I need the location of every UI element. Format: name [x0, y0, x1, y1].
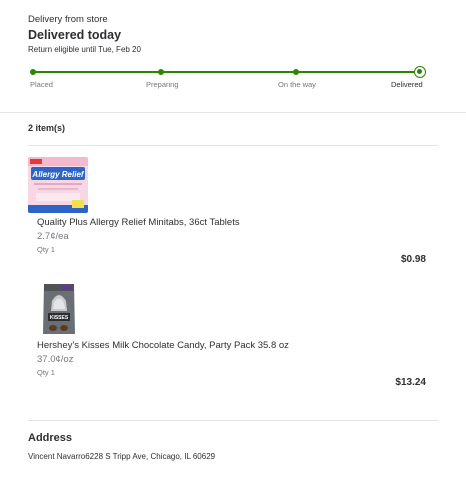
- address-line: Vincent Navarro6228 S Tripp Ave, Chicago…: [28, 452, 216, 461]
- item-price: $13.24: [395, 377, 426, 388]
- step-dot-on-the-way: [293, 69, 299, 75]
- product-image-text: KISSES: [50, 315, 69, 321]
- progress-track: [33, 71, 420, 73]
- order-status-title: Delivered today: [28, 28, 122, 42]
- step-label-delivered: Delivered: [391, 80, 423, 89]
- section-divider: [28, 420, 438, 421]
- section-divider: [28, 145, 438, 146]
- step-label-on-the-way: On the way: [278, 80, 316, 89]
- item-quantity: Qty 1: [37, 245, 55, 254]
- step-dot-delivered: [414, 66, 426, 78]
- step-label-placed: Placed: [30, 80, 53, 89]
- step-label-preparing: Preparing: [146, 80, 179, 89]
- item-price: $0.98: [400, 254, 426, 265]
- item-quantity: Qty 1: [37, 368, 55, 377]
- step-dot-placed: [30, 69, 36, 75]
- step-dot-preparing: [158, 69, 164, 75]
- address-heading: Address: [28, 432, 73, 444]
- items-count: 2 item(s): [28, 123, 66, 133]
- delivery-type-label: Delivery from store: [28, 14, 108, 25]
- section-divider: [0, 112, 466, 113]
- product-image-text: Allergy Relief: [31, 170, 84, 179]
- item-unit-price: 37.0¢/oz: [37, 354, 74, 365]
- product-image-allergy-relief[interactable]: Allergy Relief: [28, 157, 88, 213]
- item-name-link[interactable]: Hershey's Kisses Milk Chocolate Candy, P…: [37, 340, 289, 351]
- item-name-link[interactable]: Quality Plus Allergy Relief Minitabs, 36…: [37, 217, 240, 228]
- return-eligibility-note: Return eligible until Tue, Feb 20: [28, 45, 141, 54]
- product-image-hersheys-kisses[interactable]: KISSES: [40, 281, 78, 337]
- item-unit-price: 2.7¢/ea: [37, 231, 69, 242]
